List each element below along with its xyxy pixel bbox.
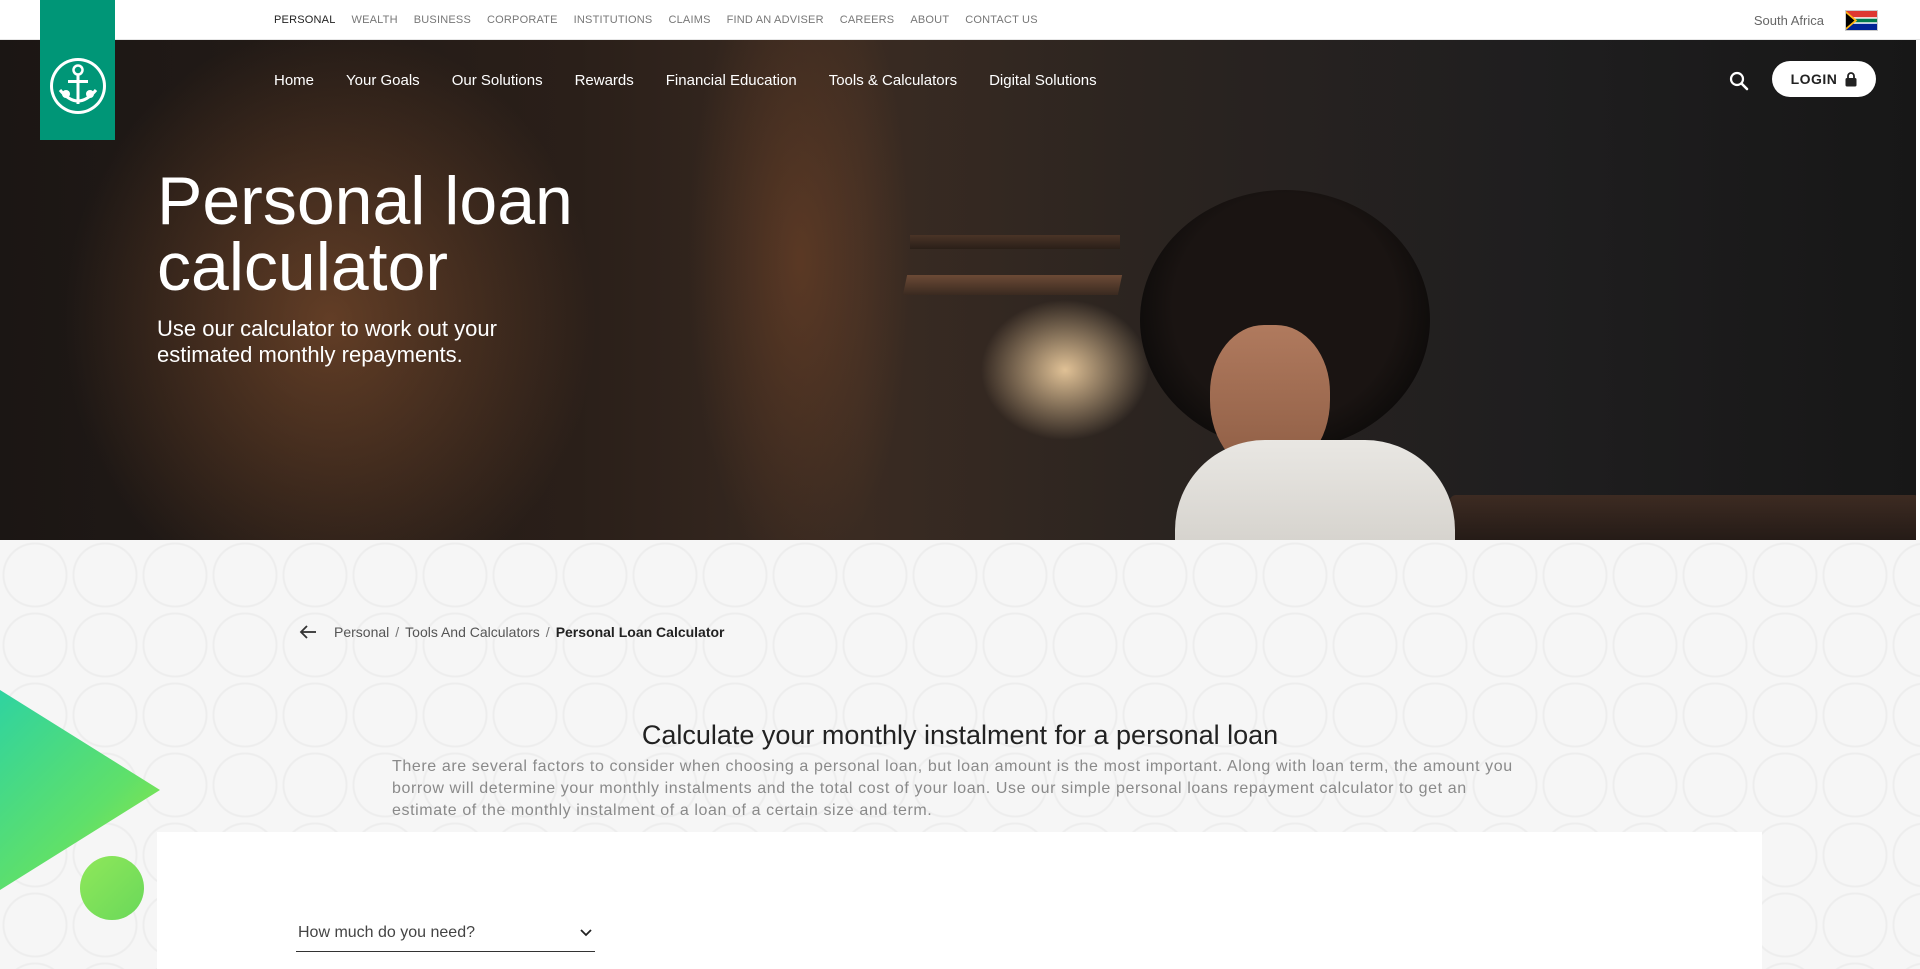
segment-about[interactable]: ABOUT <box>910 14 949 26</box>
hero-shelf <box>902 275 1123 295</box>
back-arrow-icon[interactable] <box>298 622 318 642</box>
segment-careers[interactable]: CAREERS <box>840 14 895 26</box>
login-button[interactable]: LOGIN <box>1772 61 1876 97</box>
segment-wealth[interactable]: WEALTH <box>352 14 398 26</box>
nav-our-solutions[interactable]: Our Solutions <box>452 72 543 89</box>
breadcrumb: Personal / Tools And Calculators / Perso… <box>298 622 725 642</box>
segment-nav: PERSONAL WEALTH BUSINESS CORPORATE INSTI… <box>274 0 1038 40</box>
nav-tools-calculators[interactable]: Tools & Calculators <box>829 72 957 89</box>
segment-find-an-adviser[interactable]: FIND AN ADVISER <box>727 14 824 26</box>
segment-personal[interactable]: PERSONAL <box>274 14 336 26</box>
calculator-title: Calculate your monthly instalment for a … <box>641 720 1279 750</box>
breadcrumb-current: Personal Loan Calculator <box>555 624 725 640</box>
segment-claims[interactable]: CLAIMS <box>668 14 710 26</box>
nav-home[interactable]: Home <box>274 72 314 89</box>
region-selector[interactable]: South Africa <box>1754 0 1824 40</box>
breadcrumb-tools-and-calculators[interactable]: Tools And Calculators <box>405 624 540 640</box>
breadcrumb-personal[interactable]: Personal <box>334 624 389 640</box>
hero-shelf-shadow <box>910 235 1120 249</box>
chevron-down-icon <box>580 928 592 936</box>
segment-business[interactable]: BUSINESS <box>414 14 471 26</box>
loan-amount-dropdown[interactable]: How much do you need? <box>296 914 595 952</box>
breadcrumb-separator: / <box>395 624 400 640</box>
anchor-logo-icon <box>49 58 106 114</box>
brand-logo[interactable] <box>40 0 115 140</box>
loan-amount-dropdown-label: How much do you need? <box>298 923 475 941</box>
patterned-background <box>0 540 1920 969</box>
hero-person-shirt <box>1175 440 1455 540</box>
south-africa-flag-icon[interactable] <box>1845 10 1878 31</box>
page-subtitle: Use our calculator to work out your esti… <box>157 316 497 367</box>
hero-table <box>1450 495 1916 540</box>
nav-your-goals[interactable]: Your Goals <box>346 72 420 89</box>
segment-corporate[interactable]: CORPORATE <box>487 14 558 26</box>
login-label: LOGIN <box>1790 71 1838 87</box>
breadcrumb-separator: / <box>545 624 550 640</box>
search-icon[interactable] <box>1728 70 1750 92</box>
calculator-description: There are several factors to consider wh… <box>392 758 1513 819</box>
segment-contact-us[interactable]: CONTACT US <box>965 14 1038 26</box>
page-title: Personal loan calculator <box>157 163 573 305</box>
lock-icon <box>1845 71 1857 86</box>
segment-institutions[interactable]: INSTITUTIONS <box>574 14 653 26</box>
nav-digital-solutions[interactable]: Digital Solutions <box>989 72 1097 89</box>
utility-bar: PERSONAL WEALTH BUSINESS CORPORATE INSTI… <box>0 0 1920 40</box>
nav-rewards[interactable]: Rewards <box>575 72 634 89</box>
nav-financial-education[interactable]: Financial Education <box>666 72 797 89</box>
main-nav: Home Your Goals Our Solutions Rewards Fi… <box>274 40 1097 120</box>
decorative-circle <box>80 856 144 920</box>
